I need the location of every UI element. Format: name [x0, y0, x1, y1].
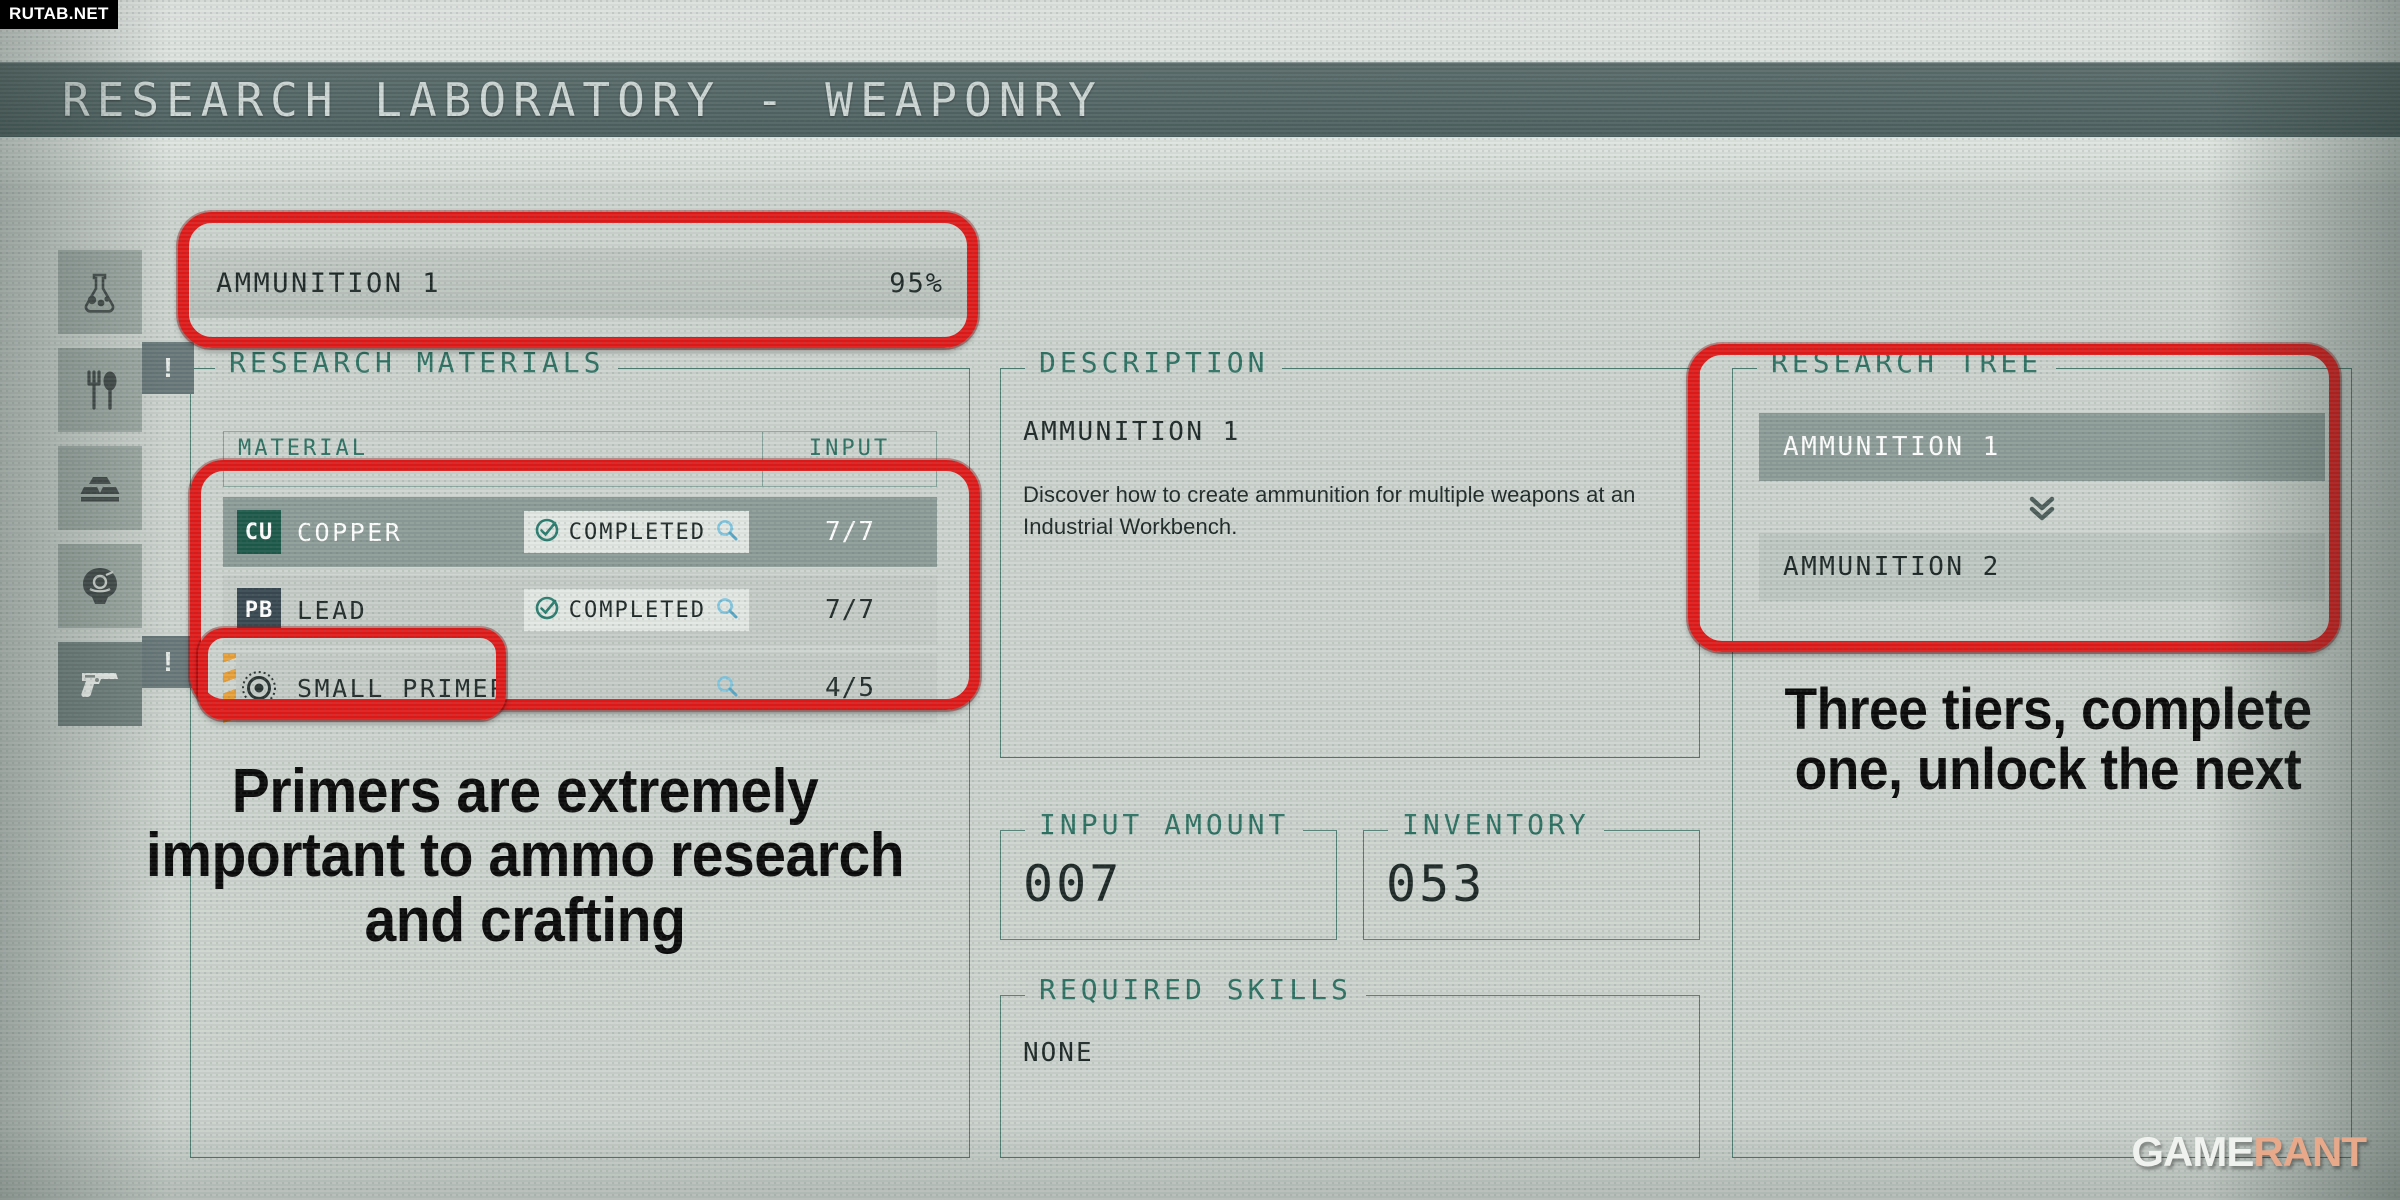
description-body: Discover how to create ammunition for mu…: [1023, 482, 1636, 539]
gamerant-part2: RANT: [2253, 1128, 2367, 1175]
inventory-panel: INVENTORY 053: [1363, 808, 1700, 940]
input-amount-legend: INPUT AMOUNT: [1025, 808, 1304, 841]
pistol-icon: [75, 659, 125, 709]
required-skills-value: NONE: [1023, 1038, 1094, 1068]
description-panel: DESCRIPTION AMMUNITION 1 Discover how to…: [1000, 346, 1700, 758]
rutab-watermark: RUTAB.NET: [0, 0, 118, 29]
annotation-text-left: Primers are extremely important to ammo …: [145, 757, 905, 955]
annotation-text-right: Three tiers, complete one, unlock the ne…: [1784, 677, 2312, 803]
inventory-value: 053: [1386, 855, 1486, 913]
input-amount-panel: INPUT AMOUNT 007: [1000, 808, 1337, 940]
gamerant-part1: GAME: [2131, 1128, 2254, 1175]
description-subtitle: AMMUNITION 1: [1023, 417, 1241, 447]
sidebar-item-outpost[interactable]: [58, 544, 142, 628]
required-skills-legend: REQUIRED SKILLS: [1025, 973, 1366, 1006]
game-screen: RESEARCH LABORATORY - WEAPONRY ! ! AMMUN…: [0, 0, 2400, 1200]
category-sidebar[interactable]: ! !: [58, 250, 194, 726]
top-light-band: [0, 0, 2400, 62]
highlight-box-research-tree: [1688, 344, 2340, 652]
utensils-icon: [77, 367, 123, 413]
sidebar-item-weaponry[interactable]: !: [58, 636, 194, 726]
sidebar-badge-weaponry: !: [142, 636, 194, 688]
required-skills-panel: REQUIRED SKILLS NONE: [1000, 973, 1700, 1158]
description-legend: DESCRIPTION: [1025, 346, 1283, 379]
input-amount-value[interactable]: 007: [1023, 855, 1122, 913]
page-title: RESEARCH LABORATORY - WEAPONRY: [62, 72, 1103, 127]
ingots-icon: [77, 465, 123, 511]
research-materials-legend: RESEARCH MATERIALS: [215, 346, 619, 379]
flask-icon: [77, 269, 123, 315]
sidebar-item-food[interactable]: !: [58, 342, 194, 432]
title-underline-band: [0, 137, 2400, 183]
inventory-legend: INVENTORY: [1388, 808, 1604, 841]
helmet-icon: [77, 563, 123, 609]
sidebar-item-manufacturing[interactable]: [58, 446, 142, 530]
gamerant-watermark: GAMERANT: [2131, 1128, 2367, 1176]
sidebar-item-pharmacology[interactable]: [58, 250, 142, 334]
sidebar-badge-food: !: [142, 342, 194, 394]
highlight-box-current-research: [178, 212, 978, 348]
highlight-box-small-primer: [198, 628, 506, 720]
title-bar: RESEARCH LABORATORY - WEAPONRY: [0, 62, 2400, 137]
